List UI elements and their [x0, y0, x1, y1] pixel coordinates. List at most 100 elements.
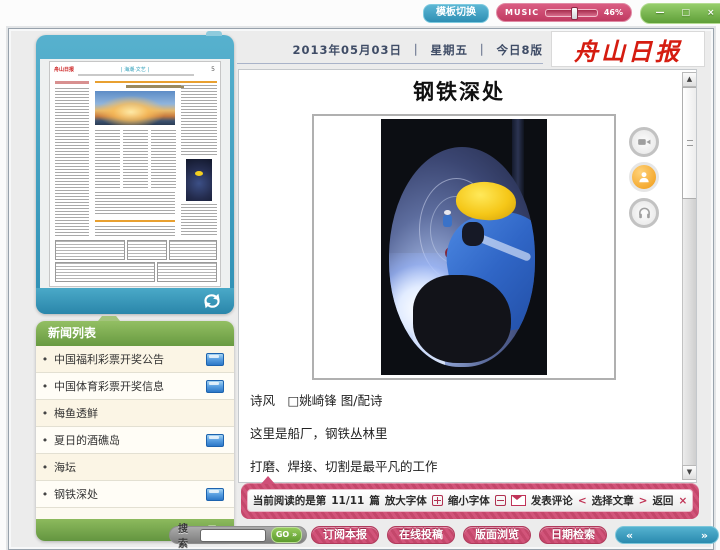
thumb-ads-area [55, 240, 217, 284]
news-item-label: 钢铁深处 [54, 486, 206, 502]
template-switch-button[interactable]: 模板切换 [423, 4, 489, 23]
thumb-text-column [151, 130, 176, 188]
news-item-label: 中国福利彩票开奖公告 [54, 351, 206, 367]
media-monitor-icon[interactable] [206, 353, 224, 366]
news-list-item[interactable]: • 海坛 [36, 454, 234, 481]
thumb-text-column [181, 204, 217, 236]
thumb-subtitle-line [78, 74, 194, 76]
welder-photo [381, 119, 547, 375]
envelope-icon[interactable] [511, 495, 526, 506]
page-thumbnail[interactable]: 舟山日报 | 海潮·文艺 | 5 [49, 61, 221, 287]
pager-next-button[interactable]: » [701, 530, 708, 541]
article-line: 打磨、焊接、切割是最平凡的工作 [250, 456, 438, 475]
thumb-welder-photo [186, 159, 212, 201]
prev-article-button[interactable]: < [578, 495, 587, 507]
reader-window: 2013年05月03日｜星期五｜今日8版 舟山日报 舟山日报 | 海潮·文艺 |… [8, 28, 714, 550]
back-button[interactable]: 返回 [652, 493, 673, 508]
font-enlarge-button[interactable]: 放大字体 [385, 493, 427, 508]
bullet-icon: • [36, 353, 54, 366]
logo-text: 舟山日报 [574, 32, 682, 67]
reading-status-prefix: 当前阅读的是第 [253, 493, 327, 508]
select-article-button[interactable]: 选择文章 [592, 493, 634, 508]
pager-prev-button[interactable]: « [626, 530, 633, 541]
close-button[interactable]: × [707, 9, 715, 18]
search-go-button[interactable]: GO » [271, 527, 302, 543]
header-divider [237, 63, 543, 64]
headphones-icon [637, 206, 652, 220]
thumb-section-rule [95, 220, 175, 222]
news-list-item[interactable]: • 中国福利彩票开奖公告 [36, 346, 234, 373]
news-list-item[interactable]: • 中国体育彩票开奖信息 [36, 373, 234, 400]
news-list: • 中国福利彩票开奖公告 • 中国体育彩票开奖信息 • 梅鱼透鲜 • 夏日的酒礁… [36, 346, 234, 519]
thumb-text-column [95, 130, 120, 188]
subscribe-button[interactable]: 订阅本报 [311, 526, 379, 544]
search-input[interactable] [200, 529, 266, 542]
reading-status-suffix: 篇 [369, 493, 380, 508]
close-article-icon[interactable]: × [678, 495, 687, 507]
media-monitor-icon[interactable] [206, 434, 224, 447]
photo-distant-worker [443, 215, 452, 227]
news-item-label: 海坛 [54, 459, 234, 475]
font-shrink-button[interactable]: 缩小字体 [448, 493, 490, 508]
thumb-ad-box [55, 240, 125, 260]
music-slider[interactable]: MUSIC 46% [496, 3, 632, 22]
thumb-text-column [123, 130, 148, 188]
search-bar: 搜索 GO » [169, 526, 307, 544]
news-item-label: 夏日的酒礁岛 [54, 432, 206, 448]
bullet-icon: • [36, 407, 54, 420]
article-content-area: 钢铁深处 [238, 69, 697, 483]
bullet-icon: • [36, 434, 54, 447]
toolbar-pointer [261, 476, 275, 484]
author-button[interactable] [629, 162, 659, 192]
newspaper-logo: 舟山日报 [551, 31, 705, 67]
minus-box-icon[interactable] [495, 495, 506, 506]
search-label: 搜索 [178, 520, 195, 550]
media-monitor-icon[interactable] [206, 488, 224, 501]
edition-text: 今日8版 [496, 43, 543, 57]
article-title: 钢铁深处 [239, 76, 679, 106]
restore-button[interactable]: □ [681, 9, 690, 18]
scrollbar-thumb[interactable] [682, 87, 697, 199]
page-pager: « » [615, 526, 719, 544]
weekday-text: 星期五 [430, 43, 468, 57]
thumb-text-column [95, 192, 175, 214]
thumb-section-title: | 海潮·文艺 | [50, 66, 220, 73]
date-search-button[interactable]: 日期检索 [539, 526, 607, 544]
layout-browse-button[interactable]: 版面浏览 [463, 526, 531, 544]
news-list-item[interactable]: • 夏日的酒礁岛 [36, 427, 234, 454]
reading-toolbar: 当前阅读的是第 11/11 篇 放大字体 缩小字体 发表评论 < 选择文章 > … [241, 483, 699, 519]
music-thumb[interactable] [571, 7, 578, 20]
reading-position: 11/11 [331, 495, 364, 507]
reading-toolbar-pill: 当前阅读的是第 11/11 篇 放大字体 缩小字体 发表评论 < 选择文章 > … [247, 489, 693, 512]
article-line: 这里是船厂，钢铁丛林里 [250, 423, 388, 442]
news-list-item[interactable]: • 钢铁深处 [36, 481, 234, 508]
news-item-label: 梅鱼透鲜 [54, 405, 234, 421]
top-bar: 模板切换 MUSIC 46% — □ × [0, 0, 720, 28]
music-label: MUSIC [505, 8, 539, 17]
thumbnail-footer-bar [36, 288, 234, 314]
next-article-button[interactable]: > [639, 495, 648, 507]
media-monitor-icon[interactable] [206, 380, 224, 393]
minimize-button[interactable]: — [655, 9, 664, 18]
page-thumbnail-panel: 舟山日报 | 海潮·文艺 | 5 [36, 35, 234, 314]
audio-button[interactable] [629, 198, 659, 228]
scrollbar-up-button[interactable]: ▲ [682, 72, 697, 87]
thumb-sunset-photo [95, 91, 175, 125]
bullet-icon: • [36, 461, 54, 474]
content-scrollbar[interactable]: ▲ ▼ [682, 72, 697, 480]
scrollbar-down-button[interactable]: ▼ [682, 465, 697, 480]
plus-box-icon[interactable] [432, 495, 443, 506]
comment-button[interactable]: 发表评论 [531, 493, 573, 508]
music-track[interactable] [545, 9, 598, 17]
news-list-item[interactable]: • 梅鱼透鲜 [36, 400, 234, 427]
thumb-ad-box [55, 262, 155, 282]
thumb-text-column [95, 226, 175, 236]
thumb-section-rule [95, 81, 217, 83]
online-submit-button[interactable]: 在线投稿 [387, 526, 455, 544]
video-button[interactable] [629, 127, 659, 157]
thumb-ad-box [127, 240, 167, 260]
news-list-title: 新闻列表 [36, 321, 234, 346]
refresh-icon[interactable] [202, 293, 222, 309]
separator: ｜ [402, 43, 431, 57]
photo-welding-mask [462, 222, 484, 246]
